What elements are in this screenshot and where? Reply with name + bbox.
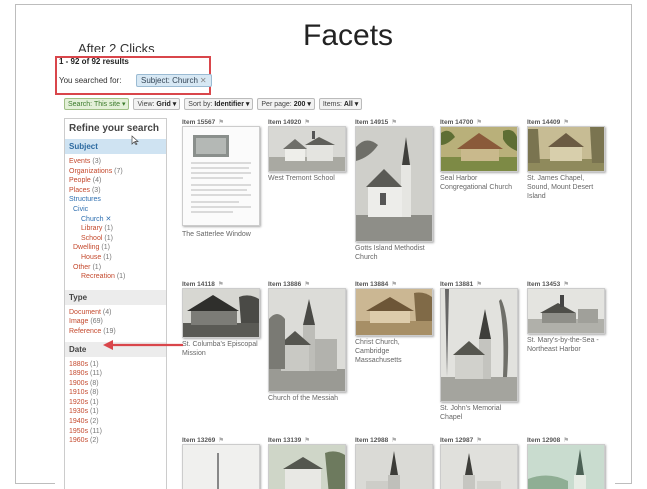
items-dropdown[interactable]: Items: All ▾ (318, 98, 363, 110)
postcard-church-image (441, 127, 517, 171)
item-thumbnail[interactable] (440, 444, 518, 489)
slide-title: Facets (303, 19, 394, 52)
results-count: 1 - 92 of 92 results (59, 57, 129, 66)
grid-item[interactable]: Item 14920 ⚑ West Tremont School (268, 118, 348, 182)
item-thumbnail[interactable] (268, 288, 346, 392)
facet-item[interactable]: People (4) (65, 176, 166, 186)
grid-item[interactable]: Item 14118 ⚑ St. Columba's Episcopal Miss… (182, 280, 262, 357)
facet-item[interactable]: 1960s (2) (65, 436, 166, 446)
item-caption[interactable]: Seal Harbor Congregational Church (440, 174, 520, 192)
view-dropdown[interactable]: View: Grid ▾ (133, 98, 181, 110)
item-photo-image (356, 445, 432, 489)
close-icon[interactable]: ✕ (200, 76, 207, 85)
item-caption[interactable]: Gotts Island Methodist Church (355, 244, 435, 262)
chip-label: Subject: Church (141, 76, 198, 85)
results-toolbar: Search: This site ▾ View: Grid ▾ Sort by… (64, 98, 363, 110)
facet-item[interactable]: Document (4) (65, 308, 166, 318)
item-photo-image (269, 445, 345, 489)
grid-item[interactable]: Item 14700 ⚑ Seal Harbor Congregational C… (440, 118, 520, 191)
church-photo-image (269, 289, 345, 391)
item-caption[interactable]: West Tremont School (268, 174, 348, 183)
search-filter-chip[interactable]: Subject: Church ✕ (136, 74, 212, 87)
facet-item[interactable]: Library (1) (65, 224, 166, 234)
facet-item[interactable]: Other (1) (65, 263, 166, 273)
facet-item[interactable]: Dwelling (1) (65, 243, 166, 253)
facet-item[interactable]: 1880s (1) (65, 360, 166, 370)
item-thumbnail[interactable] (268, 126, 346, 172)
church-by-sea-image (528, 289, 604, 333)
mission-photo-image (183, 289, 259, 337)
facet-item[interactable]: School (1) (65, 234, 166, 244)
grid-item[interactable]: Item 13139 ⚑ (268, 436, 348, 489)
grid-item[interactable]: Item 13269 ⚑ (182, 436, 262, 489)
sepia-church-image (356, 289, 432, 335)
item-thumbnail[interactable] (268, 444, 346, 489)
facet-item[interactable]: Structures (65, 195, 166, 205)
grid-item[interactable]: Item 13881 ⚑ St. John's Memorial Chapel (440, 280, 520, 421)
facet-item[interactable]: 1910s (8) (65, 388, 166, 398)
grid-item[interactable]: Item 13884 ⚑ Christ Church, Cambridge Mas… (355, 280, 435, 364)
item-caption[interactable]: St. James Chapel, Sound, Mount Desert Is… (527, 174, 607, 201)
item-caption[interactable]: St. Columba's Episcopal Mission (182, 340, 262, 358)
item-photo-image (183, 445, 259, 489)
search-scope-dropdown[interactable]: Search: This site ▾ (64, 98, 130, 110)
item-caption[interactable]: Christ Church, Cambridge Massachusetts (355, 338, 435, 365)
facet-item[interactable]: 1920s (1) (65, 398, 166, 408)
facet-sidebar: Refine your search Subject Events (3) Or… (64, 118, 167, 489)
facet-heading-subject[interactable]: Subject (65, 139, 166, 154)
item-thumbnail[interactable] (182, 444, 260, 489)
facet-item[interactable]: Recreation (1) (65, 272, 166, 282)
grid-item[interactable]: Item 14915 ⚑ Gotts Island Methodist Churc… (355, 118, 435, 261)
item-thumbnail[interactable] (440, 126, 518, 172)
mouse-cursor-icon (131, 135, 139, 145)
church-photo-image (356, 127, 432, 241)
facet-item[interactable]: Places (3) (65, 186, 166, 196)
facet-item[interactable]: 1940s (2) (65, 417, 166, 427)
item-caption[interactable]: The Satterlee Window (182, 230, 262, 239)
facet-item[interactable]: Organizations (7) (65, 167, 166, 177)
grid-item[interactable]: Item 12908 ⚑ (527, 436, 607, 489)
item-thumbnail[interactable] (182, 288, 260, 338)
facet-heading-type[interactable]: Type (65, 289, 166, 305)
sidebar-title: Refine your search (69, 123, 160, 134)
grid-item[interactable]: Item 14409 ⚑ St. James Chapel, Sound, Mou… (527, 118, 607, 200)
item-thumbnail[interactable] (440, 288, 518, 402)
grid-item[interactable]: Item 12988 ⚑ (355, 436, 435, 489)
facet-item[interactable]: Events (3) (65, 157, 166, 167)
postcard-chapel-image (528, 127, 604, 171)
chapel-photo-image (441, 289, 517, 401)
item-caption[interactable]: St. Mary's-by-the-Sea - Northeast Harbor (527, 336, 607, 354)
item-thumbnail[interactable] (355, 126, 433, 242)
facet-item[interactable]: 1950s (11) (65, 427, 166, 437)
facet-item-selected[interactable]: Church ✕ (65, 215, 166, 225)
item-thumbnail[interactable] (527, 444, 605, 489)
pointer-arrow-icon (103, 340, 183, 350)
school-photo-image (269, 127, 345, 171)
facet-item[interactable]: House (1) (65, 253, 166, 263)
facet-item[interactable]: Civic (65, 205, 166, 215)
screenshot-panel: 1 - 92 of 92 results You searched for: S… (55, 52, 615, 489)
facet-item-image[interactable]: Image (69) (65, 317, 166, 327)
facet-item[interactable]: 1930s (1) (65, 407, 166, 417)
searched-for-label: You searched for: (59, 76, 122, 85)
item-caption[interactable]: St. John's Memorial Chapel (440, 404, 520, 422)
facet-item[interactable]: 1890s (11) (65, 369, 166, 379)
item-caption[interactable]: Church of the Messiah (268, 394, 348, 403)
item-thumbnail[interactable] (527, 126, 605, 172)
per-page-dropdown[interactable]: Per page: 200 ▾ (257, 98, 315, 110)
facet-item[interactable]: 1900s (8) (65, 379, 166, 389)
item-thumbnail[interactable] (355, 288, 433, 336)
item-photo-image (441, 445, 517, 489)
grid-item[interactable]: Item 15567 ⚑ The Satterlee Window (182, 118, 262, 238)
document-page-image (183, 127, 259, 225)
item-thumbnail[interactable] (527, 288, 605, 334)
item-thumbnail[interactable] (355, 444, 433, 489)
facet-item[interactable]: Reference (19) (65, 327, 166, 337)
sort-dropdown[interactable]: Sort by: Identifier ▾ (184, 98, 254, 110)
item-photo-image (528, 445, 604, 489)
grid-item[interactable]: Item 13453 ⚑ St. Mary's-by-the-Sea - Nort… (527, 280, 607, 353)
grid-item[interactable]: Item 13886 ⚑ Church of the Messiah (268, 280, 348, 402)
item-thumbnail[interactable] (182, 126, 260, 226)
grid-item[interactable]: Item 12987 ⚑ (440, 436, 520, 489)
